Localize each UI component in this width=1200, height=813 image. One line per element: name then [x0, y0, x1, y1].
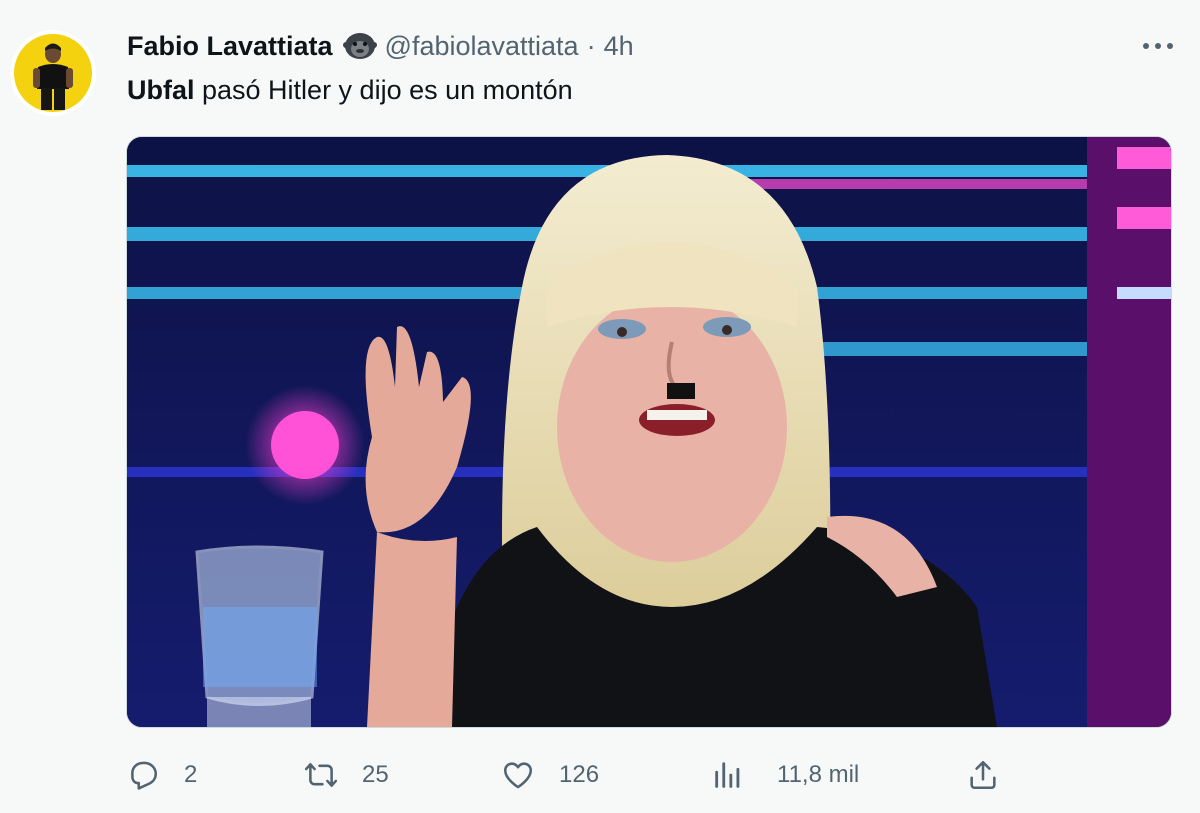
reply-button[interactable]: 2	[126, 755, 197, 795]
tweet-header: Fabio Lavattiata @fabiolavattiata · 4h	[127, 28, 634, 64]
share-icon	[970, 760, 996, 790]
share-button[interactable]	[966, 755, 1024, 795]
tweet-text: Ubfal pasó Hitler y dijo es un montón	[127, 72, 573, 108]
heart-icon	[503, 762, 533, 789]
retweet-icon	[304, 763, 338, 787]
gorilla-emoji-icon	[342, 31, 377, 61]
display-name[interactable]: Fabio Lavattiata	[127, 31, 333, 62]
like-button[interactable]: 126	[501, 755, 599, 795]
timestamp[interactable]: 4h	[604, 31, 634, 62]
retweet-count: 25	[362, 761, 389, 788]
views-count: 11,8 mil	[777, 761, 860, 788]
retweet-button[interactable]: 25	[304, 755, 389, 795]
tweet-actions: 2 25 126 11,8 mil	[126, 755, 1170, 795]
reply-icon	[131, 761, 158, 790]
avatar[interactable]	[10, 30, 96, 116]
views-button[interactable]: 11,8 mil	[711, 755, 859, 795]
user-handle[interactable]: @fabiolavattiata	[385, 31, 579, 62]
reply-count: 2	[184, 761, 198, 788]
separator-dot: ·	[586, 30, 596, 61]
like-count: 126	[559, 761, 600, 788]
more-options-icon[interactable]	[1140, 34, 1176, 58]
tweet-text-body: pasó Hitler y dijo es un montón	[194, 75, 573, 105]
mention-link[interactable]: Ubfal	[127, 75, 195, 105]
views-icon	[715, 762, 740, 788]
avatar-photo	[14, 34, 92, 112]
tweet[interactable]: Fabio Lavattiata @fabiolavattiata · 4h U…	[0, 0, 1200, 813]
tweet-photo[interactable]	[126, 136, 1172, 728]
